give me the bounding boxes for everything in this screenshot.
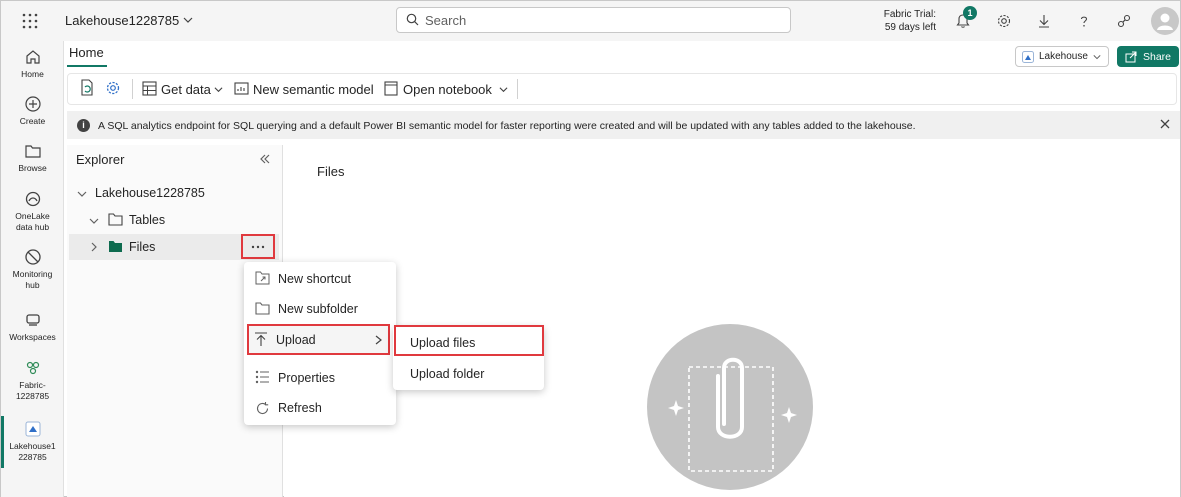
empty-state-illustration: [647, 324, 813, 490]
search-placeholder: Search: [425, 13, 467, 28]
trial-days-left: 59 days left: [884, 22, 936, 33]
chevron-down-icon[interactable]: [183, 15, 193, 25]
trial-label: Fabric Trial:: [883, 9, 936, 20]
rail-label: Browse: [18, 163, 47, 173]
ribbon-separator: [132, 79, 133, 99]
menu-item-upload-folder[interactable]: Upload folder: [410, 367, 484, 381]
sparkle-icon: [668, 400, 684, 416]
rail-label: 228785: [18, 452, 47, 462]
shortcut-icon: [255, 271, 270, 285]
tree-item-files[interactable]: Files: [129, 240, 155, 254]
get-data-button[interactable]: Get data: [161, 82, 211, 97]
tree-item-tables[interactable]: Tables: [129, 213, 165, 227]
chevron-down-icon[interactable]: [89, 216, 99, 226]
collapse-pane-icon[interactable]: [259, 153, 271, 165]
paperclip-icon: [716, 357, 744, 439]
folder-filled-icon: [108, 240, 123, 253]
menu-item-new-shortcut[interactable]: New shortcut: [278, 272, 351, 286]
rail-label: OneLake: [15, 211, 50, 221]
lakehouse-icon: [23, 419, 43, 439]
more-options-button[interactable]: [241, 234, 275, 259]
chevron-down-icon[interactable]: [77, 189, 87, 199]
folder-icon: [255, 302, 270, 315]
onelake-icon: [23, 189, 43, 209]
sparkle-icon: [781, 407, 797, 423]
ribbon-separator: [517, 79, 518, 99]
chevron-down-icon: [1093, 53, 1101, 61]
info-message: A SQL analytics endpoint for SQL queryin…: [98, 120, 916, 132]
ellipsis-icon: [251, 245, 265, 249]
lakehouse-mode-dropdown[interactable]: Lakehouse: [1015, 46, 1109, 67]
rail-label: hub: [25, 280, 40, 290]
workspaces-icon: [23, 310, 43, 330]
home-icon: [23, 47, 43, 67]
rail-label: Workspaces: [9, 332, 56, 342]
refresh-icon: [255, 401, 270, 416]
search-icon: [406, 13, 419, 26]
tree-item-lakehouse[interactable]: Lakehouse1228785: [95, 186, 205, 200]
folder-icon: [108, 213, 123, 226]
menu-item-properties[interactable]: Properties: [278, 371, 335, 385]
chevron-down-icon[interactable]: [214, 85, 223, 94]
chevron-right-icon[interactable]: [89, 242, 99, 252]
info-icon: i: [77, 119, 90, 132]
share-icon: [1125, 51, 1137, 63]
dashed-file-outline: [688, 366, 774, 472]
upload-files-label: Upload files: [410, 336, 476, 350]
rail-item-fabric-workspace[interactable]: Fabric- 1228785: [1, 358, 64, 402]
properties-list-icon: [255, 370, 270, 384]
trial-status[interactable]: Fabric Trial: 59 days left: [861, 8, 936, 34]
rail-item-onelake-data-hub[interactable]: OneLake data hub: [1, 189, 64, 233]
rail-item-create[interactable]: Create: [1, 94, 64, 127]
rail-item-home[interactable]: Home: [1, 47, 64, 80]
lakehouse-label: Lakehouse: [1039, 51, 1088, 62]
rail-label: Fabric-: [19, 380, 46, 390]
avatar[interactable]: [1151, 7, 1179, 35]
create-plus-icon: [23, 94, 43, 114]
files-header: Files: [317, 164, 345, 179]
rail-item-workspaces[interactable]: Workspaces: [1, 310, 64, 343]
rail-item-browse[interactable]: Browse: [1, 141, 64, 174]
share-button[interactable]: Share: [1117, 46, 1179, 67]
rail-label: Create: [19, 116, 46, 126]
share-label: Share: [1143, 50, 1172, 63]
notification-badge: 1: [963, 6, 977, 20]
rail-label: data hub: [15, 222, 50, 232]
get-data-icon: [142, 81, 157, 96]
close-icon[interactable]: [1158, 117, 1172, 131]
lakehouse-icon: [1022, 50, 1034, 63]
semantic-model-icon: [234, 81, 249, 96]
workspace-name[interactable]: Lakehouse1228785: [65, 13, 179, 28]
workspace-people-icon: [23, 358, 43, 378]
rail-label: 1228785: [15, 391, 50, 401]
explorer-title: Explorer: [76, 152, 125, 167]
upload-label: Upload: [276, 333, 316, 347]
chevron-down-icon[interactable]: [499, 85, 508, 94]
open-notebook-button[interactable]: Open notebook: [403, 82, 492, 97]
menu-item-upload[interactable]: [247, 324, 390, 355]
settings-gear-icon[interactable]: [105, 80, 121, 96]
app-launcher-icon[interactable]: [21, 12, 39, 30]
rail-item-monitoring-hub[interactable]: Monitoring hub: [1, 247, 64, 291]
rail-item-lakehouse[interactable]: Lakehouse1 228785: [1, 419, 64, 463]
tab-home[interactable]: Home: [69, 45, 104, 60]
new-semantic-model-button[interactable]: New semantic model: [253, 82, 374, 97]
menu-item-refresh[interactable]: Refresh: [278, 401, 322, 415]
refresh-page-icon[interactable]: [79, 79, 95, 97]
menu-item-new-subfolder[interactable]: New subfolder: [278, 302, 358, 316]
folder-icon: [23, 141, 43, 161]
monitoring-icon: [23, 247, 43, 267]
rail-label: Monitoring: [12, 269, 53, 279]
rail-label: Home: [21, 69, 44, 79]
help-icon[interactable]: [1074, 11, 1094, 31]
share-feedback-icon[interactable]: [1114, 11, 1134, 31]
rail-label: Lakehouse1: [9, 441, 56, 451]
upload-arrow-icon: [254, 332, 268, 347]
settings-gear-icon[interactable]: [994, 11, 1014, 31]
chevron-right-icon: [374, 335, 383, 345]
tab-home-underline: [67, 65, 107, 67]
notebook-icon: [384, 81, 398, 96]
download-icon[interactable]: [1034, 11, 1054, 31]
